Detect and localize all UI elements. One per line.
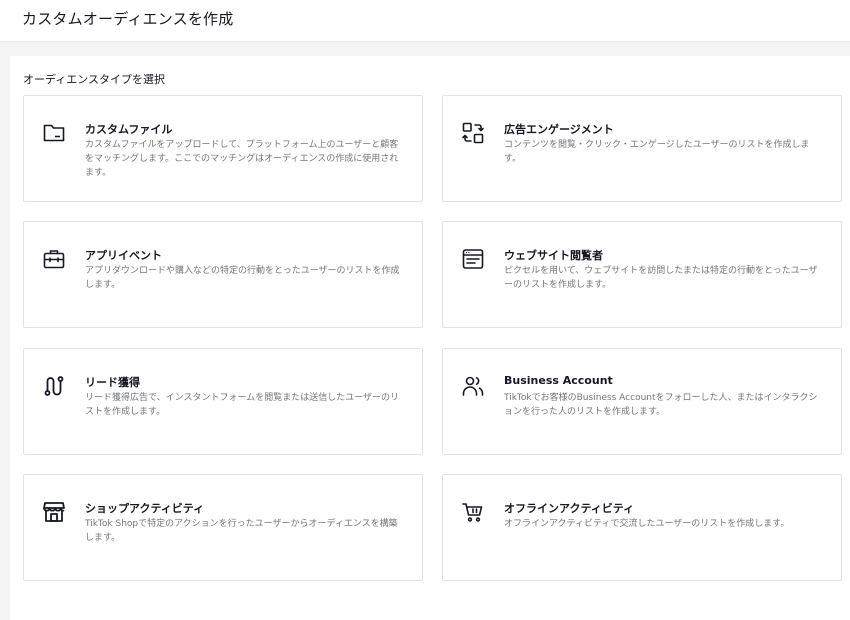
- briefcase-icon: [41, 246, 67, 272]
- card-lead-generation[interactable]: リード獲得 リード獲得広告で、インスタントフォームを閲覧または送信したユーザーの…: [23, 348, 423, 455]
- card-description: カスタムファイルをアップロードして、プラットフォーム上のユーザーと顧客をマッチン…: [85, 140, 399, 178]
- card-title: ウェブサイト閲覧者: [504, 249, 603, 262]
- card-description: アプリダウンロードや購入などの特定の行動をとったユーザーのリストを作成します。: [85, 266, 400, 290]
- card-description: オフラインアクティビティで交流したユーザーのリストを作成します。: [504, 519, 790, 529]
- card-app-event[interactable]: アプリイベント アプリダウンロードや購入などの特定の行動をとったユーザーのリスト…: [23, 221, 423, 328]
- page-header: カスタムオーディエンスを作成: [0, 0, 850, 42]
- store-icon: [41, 499, 67, 525]
- audience-type-panel: オーディエンスタイプを選択 カスタムファイル カスタムファイルをアップロードして…: [10, 56, 850, 620]
- card-description: コンテンツを閲覧・クリック・エンゲージしたユーザーのリストを作成します。: [504, 140, 810, 164]
- section-title: オーディエンスタイプを選択: [23, 73, 166, 86]
- card-custom-file[interactable]: カスタムファイル カスタムファイルをアップロードして、プラットフォーム上のユーザ…: [23, 95, 423, 202]
- card-title: リード獲得: [85, 376, 140, 389]
- folder-icon: [41, 120, 67, 146]
- card-description: TikTok Shopで特定のアクションを行ったユーザーからオーディエンスを構築…: [85, 519, 398, 543]
- users-icon: [460, 373, 486, 399]
- card-title: カスタムファイル: [85, 123, 173, 136]
- card-ad-engagement[interactable]: 広告エンゲージメント コンテンツを閲覧・クリック・エンゲージしたユーザーのリスト…: [442, 95, 842, 202]
- route-icon: [41, 373, 67, 399]
- card-title: 広告エンゲージメント: [504, 123, 614, 136]
- card-description: TikTokでお客様のBusiness Accountをフォローした人、またはイ…: [504, 393, 818, 417]
- card-title: Business Account: [504, 374, 613, 387]
- browser-window-icon: [460, 246, 486, 272]
- shopping-cart-icon: [460, 499, 486, 525]
- card-business-account[interactable]: Business Account TikTokでお客様のBusiness Acc…: [442, 348, 842, 455]
- card-shop-activity[interactable]: ショップアクティビティ TikTok Shopで特定のアクションを行ったユーザー…: [23, 474, 423, 581]
- card-title: オフラインアクティビティ: [504, 502, 635, 515]
- engagement-icon: [460, 120, 486, 146]
- card-offline-activity[interactable]: オフラインアクティビティ オフラインアクティビティで交流したユーザーのリストを作…: [442, 474, 842, 581]
- card-title: アプリイベント: [85, 249, 162, 262]
- card-description: ピクセルを用いて、ウェブサイトを訪問したまたは特定の行動をとったユーザーのリスト…: [504, 266, 818, 290]
- page-title: カスタムオーディエンスを作成: [22, 10, 234, 28]
- card-title: ショップアクティビティ: [85, 502, 205, 515]
- card-website-visitors[interactable]: ウェブサイト閲覧者 ピクセルを用いて、ウェブサイトを訪問したまたは特定の行動をと…: [442, 221, 842, 328]
- card-description: リード獲得広告で、インスタントフォームを閲覧または送信したユーザーのリストを作成…: [85, 393, 400, 417]
